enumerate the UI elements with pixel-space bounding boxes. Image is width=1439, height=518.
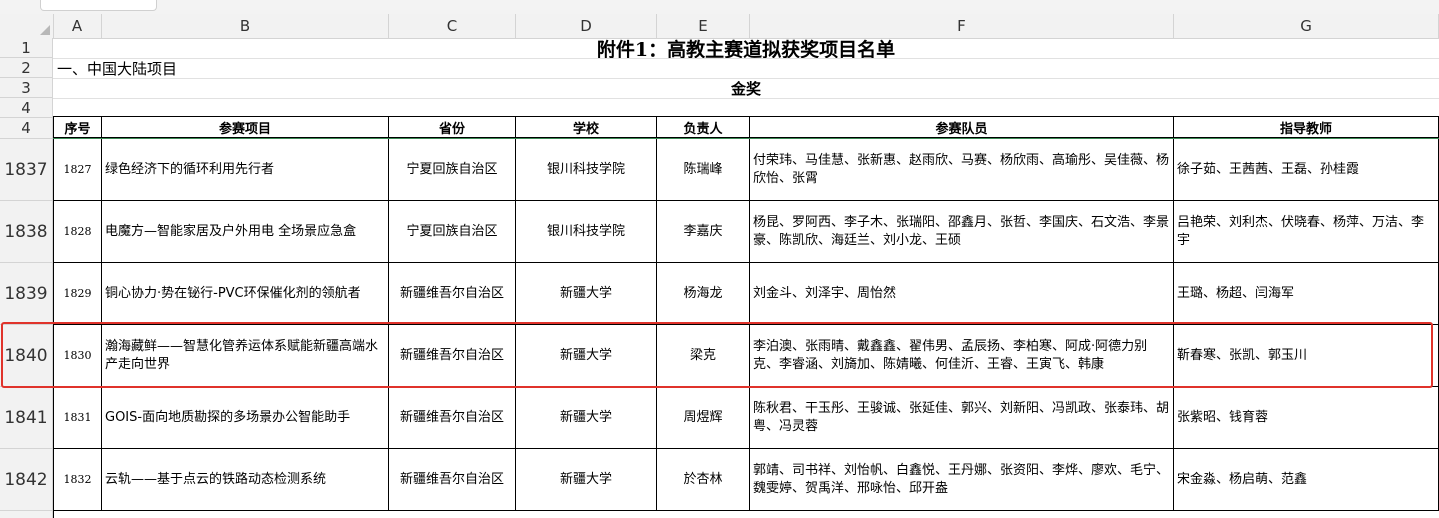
cell-members[interactable]: 陈秋君、干玉彤、王骏诚、张延佳、郭兴、刘新阳、冯凯政、张泰玮、胡粤、冯灵蓉 — [750, 387, 1174, 449]
cell-province[interactable]: 新疆维吾尔自治区 — [389, 387, 516, 449]
cell-province[interactable]: 新疆维吾尔自治区 — [389, 263, 516, 325]
row-header[interactable]: 1840 — [0, 325, 53, 387]
header-teachers[interactable]: 指导教师 — [1174, 116, 1439, 138]
cell-project[interactable]: 绿色经济下的循环利用先行者 — [102, 139, 389, 201]
row-header[interactable]: 3 — [0, 78, 53, 98]
cell-members[interactable]: 付荣玮、马佳慧、张新惠、赵雨欣、马赛、杨欣雨、高瑜彤、吴佳薇、杨欣怡、张霄 — [750, 139, 1174, 201]
cell-no[interactable]: 1827 — [53, 139, 102, 201]
cell-members[interactable]: 郭靖、司书祥、刘怡帆、白鑫悦、王丹娜、张资阳、李烨、廖欢、毛宁、魏雯婷、贺禹洋、… — [750, 449, 1174, 511]
cell-school[interactable]: 新疆大学 — [516, 449, 657, 511]
cell-no[interactable]: 1832 — [53, 449, 102, 511]
section-label[interactable]: 一、中国大陆项目 — [53, 58, 453, 78]
cell-project[interactable]: 云轨——基于点云的铁路动态检测系统 — [102, 449, 389, 511]
row-header[interactable]: 1842 — [0, 449, 53, 511]
column-header-g[interactable]: G — [1174, 14, 1439, 38]
tab-strip — [0, 0, 1439, 14]
cell-leader[interactable]: 李嘉庆 — [657, 201, 750, 263]
cell-province[interactable]: 宁夏回族自治区 — [389, 201, 516, 263]
cell-project[interactable]: 瀚海藏鲜——智慧化管养运体系赋能新疆高端水产走向世界 — [102, 325, 389, 387]
cell-school[interactable]: 新疆大学 — [516, 325, 657, 387]
cell-teachers[interactable]: 吕艳荣、刘利杰、伏晓春、杨萍、万洁、李宇 — [1174, 201, 1439, 263]
header-province[interactable]: 省份 — [389, 116, 516, 138]
cell-school[interactable]: 银川科技学院 — [516, 139, 657, 201]
row-header[interactable]: 1838 — [0, 201, 53, 263]
partial-row — [53, 511, 1439, 518]
cell-teachers[interactable]: 王璐、杨超、闫海军 — [1174, 263, 1439, 325]
cell-teachers[interactable]: 靳春寒、张凯、郭玉川 — [1174, 325, 1439, 387]
cell-school[interactable]: 银川科技学院 — [516, 201, 657, 263]
select-all-corner[interactable] — [0, 14, 54, 38]
gridline — [53, 98, 1439, 99]
cell-members[interactable]: 刘金斗、刘泽宇、周怡然 — [750, 263, 1174, 325]
row-header[interactable]: 2 — [0, 58, 53, 78]
sheet-tab[interactable] — [40, 0, 157, 11]
cell-province[interactable]: 宁夏回族自治区 — [389, 139, 516, 201]
column-header-d[interactable]: D — [516, 14, 657, 38]
cell-teachers[interactable]: 张紫昭、钱育蓉 — [1174, 387, 1439, 449]
cell-no[interactable]: 1831 — [53, 387, 102, 449]
select-all-triangle-icon — [40, 25, 50, 35]
header-project[interactable]: 参赛项目 — [102, 116, 389, 138]
cell-school[interactable]: 新疆大学 — [516, 387, 657, 449]
cell-project[interactable]: 铜心协力·势在铋行-PVC环保催化剂的领航者 — [102, 263, 389, 325]
cell-teachers[interactable]: 徐子茹、王茜茜、王磊、孙桂霞 — [1174, 139, 1439, 201]
column-header-f[interactable]: F — [750, 14, 1174, 38]
spreadsheet[interactable]: A B C D E F G 1 2 3 4 附件1：高教主赛道拟获奖项目名单 一… — [0, 0, 1439, 518]
row-header[interactable]: 1841 — [0, 387, 53, 449]
cell-leader[interactable]: 陈瑞峰 — [657, 139, 750, 201]
header-members[interactable]: 参赛队员 — [750, 116, 1174, 138]
cell-province[interactable]: 新疆维吾尔自治区 — [389, 449, 516, 511]
cell-province[interactable]: 新疆维吾尔自治区 — [389, 325, 516, 387]
cell-no[interactable]: 1829 — [53, 263, 102, 325]
cell-teachers[interactable]: 宋金淼、杨启萌、范鑫 — [1174, 449, 1439, 511]
row-header[interactable]: 4 — [0, 118, 53, 139]
header-school[interactable]: 学校 — [516, 116, 657, 138]
row-header-partial — [0, 511, 53, 518]
cell-leader[interactable]: 杨海龙 — [657, 263, 750, 325]
header-no[interactable]: 序号 — [53, 116, 102, 138]
row-header[interactable]: 1839 — [0, 263, 53, 325]
cell-members[interactable]: 李泊澳、张雨晴、戴鑫鑫、翟伟男、孟辰扬、李柏寒、阿成·阿德力别克、李睿涵、刘旖加… — [750, 325, 1174, 387]
sheet-title[interactable]: 附件1：高教主赛道拟获奖项目名单 — [53, 38, 1439, 59]
cell-members[interactable]: 杨昆、罗阿西、李子木、张瑞阳、邵鑫月、张哲、李国庆、石文浩、李景豪、陈凯欣、海廷… — [750, 201, 1174, 263]
cell-leader[interactable]: 於杏林 — [657, 449, 750, 511]
cell-no[interactable]: 1828 — [53, 201, 102, 263]
column-header-b[interactable]: B — [102, 14, 389, 38]
award-label[interactable]: 金奖 — [53, 78, 1439, 98]
row-header[interactable]: 1 — [0, 38, 53, 58]
column-header-e[interactable]: E — [657, 14, 750, 38]
cell-no[interactable]: 1830 — [53, 325, 102, 387]
cell-project[interactable]: 电魔方—智能家居及户外用电 全场景应急盒 — [102, 201, 389, 263]
header-leader[interactable]: 负责人 — [657, 116, 750, 138]
column-header-c[interactable]: C — [389, 14, 516, 38]
row-header[interactable]: 1837 — [0, 139, 53, 201]
row-header[interactable]: 4 — [0, 98, 53, 118]
cell-project[interactable]: GOIS-面向地质勘探的多场景办公智能助手 — [102, 387, 389, 449]
cell-school[interactable]: 新疆大学 — [516, 263, 657, 325]
cell-leader[interactable]: 周煜辉 — [657, 387, 750, 449]
cell-leader[interactable]: 梁克 — [657, 325, 750, 387]
column-header-a[interactable]: A — [53, 14, 102, 38]
